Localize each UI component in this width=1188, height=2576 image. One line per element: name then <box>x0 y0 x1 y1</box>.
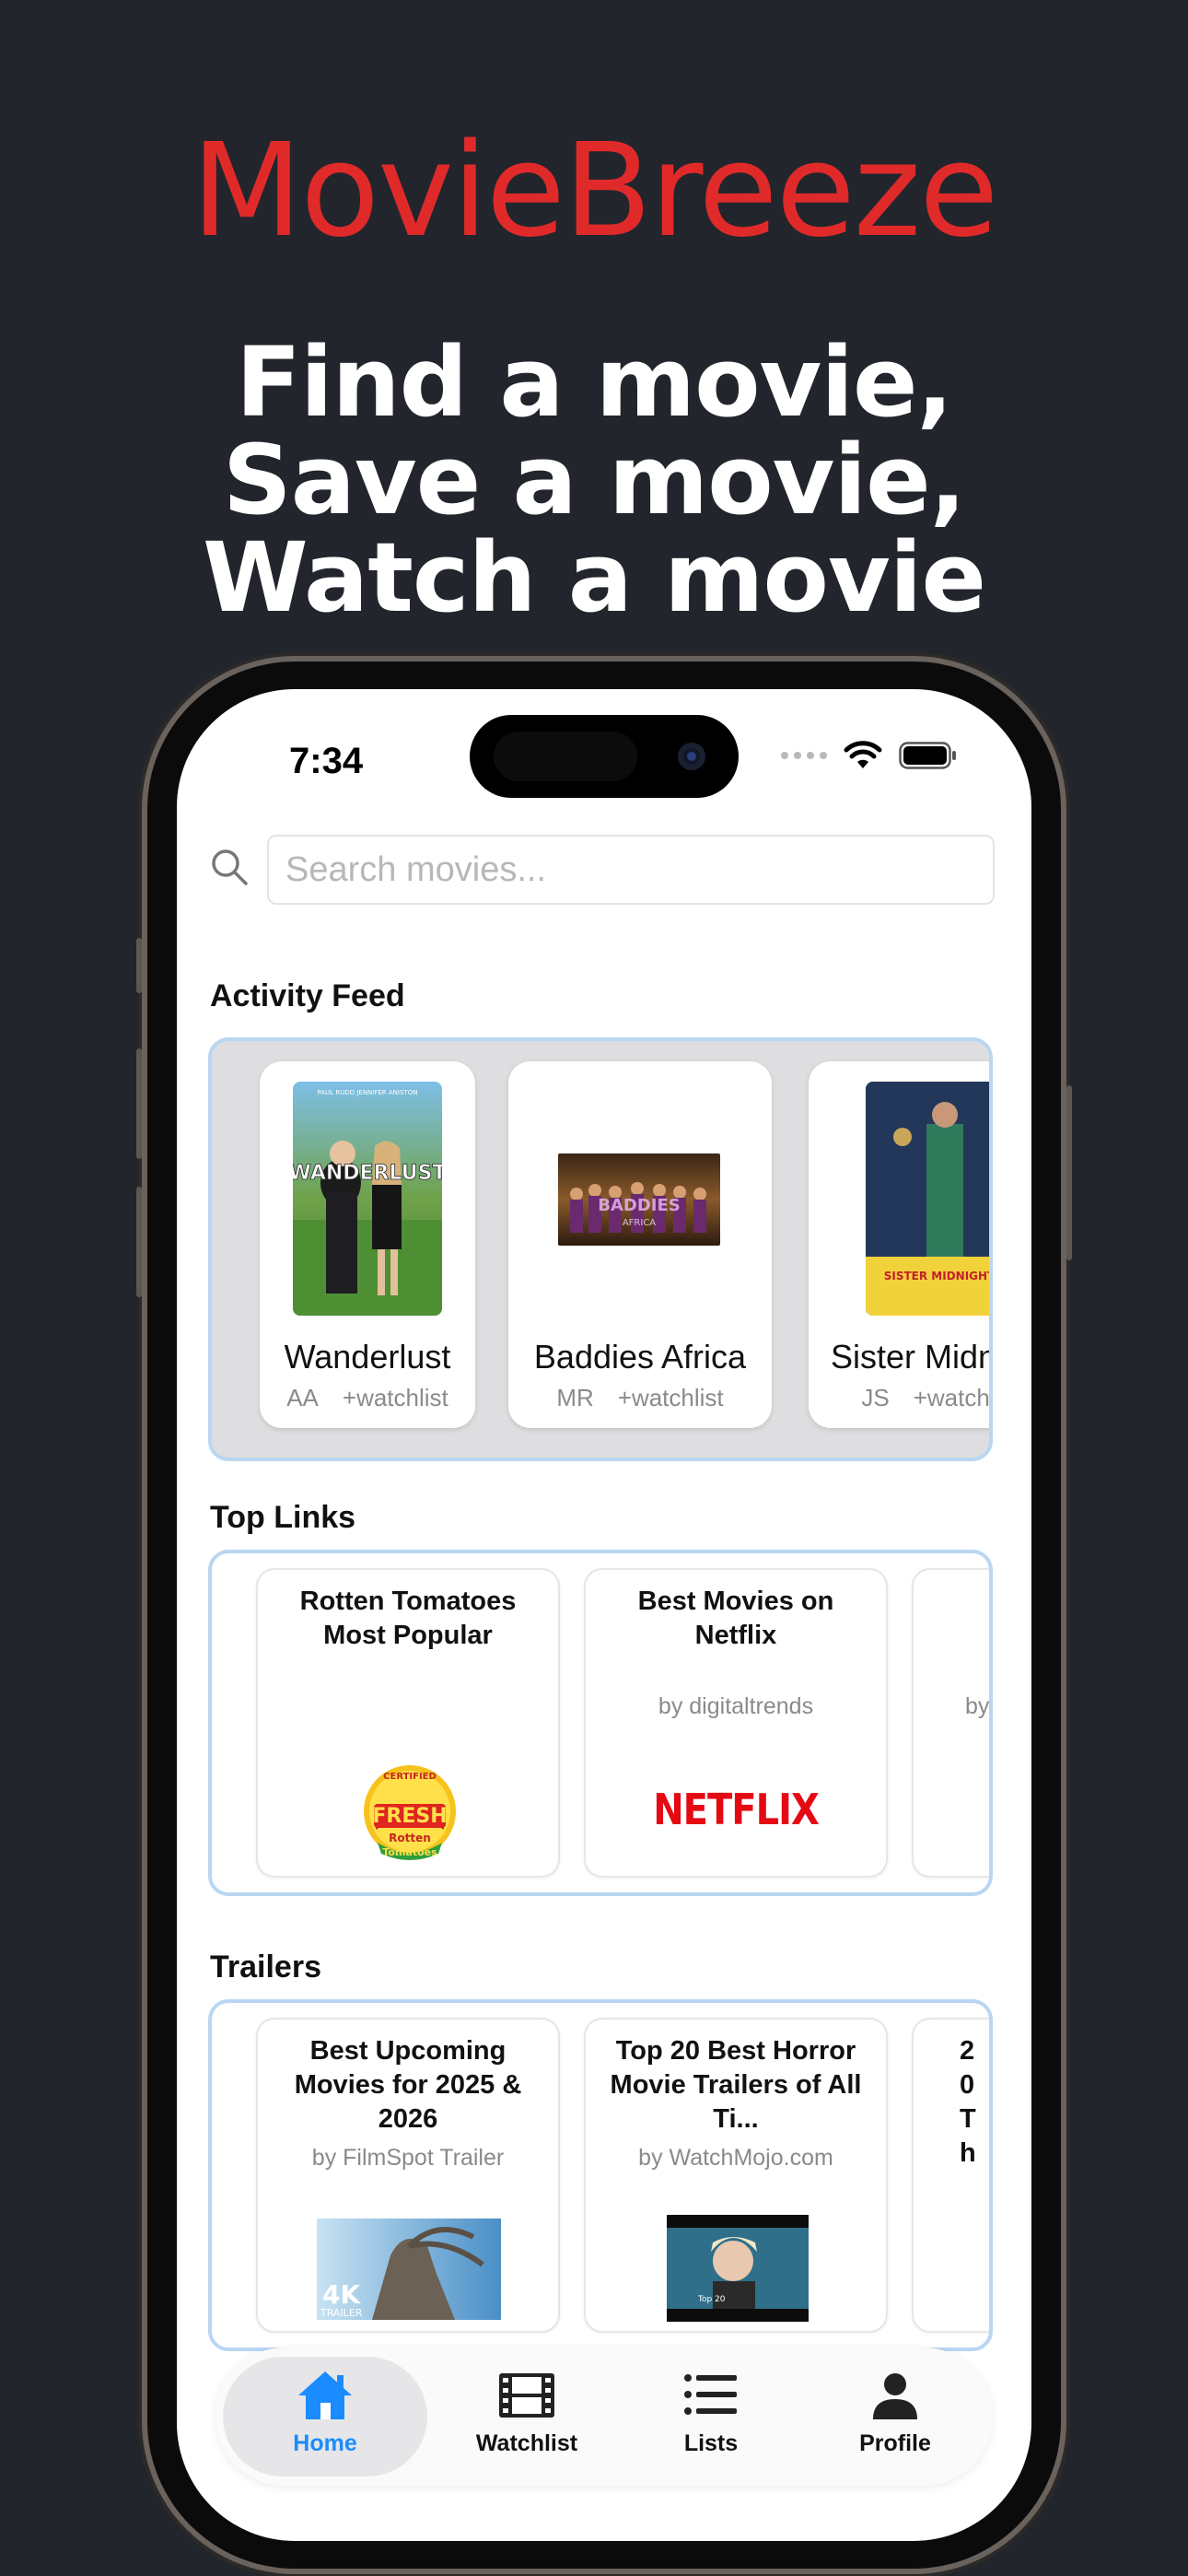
top-links-title: Top Links <box>210 1500 356 1535</box>
person-icon <box>873 2373 917 2419</box>
tab-home[interactable]: Home <box>215 2348 435 2486</box>
status-icons <box>781 737 958 774</box>
svg-text:AFRICA: AFRICA <box>623 1218 656 1228</box>
tab-label: Watchlist <box>475 2430 578 2456</box>
wifi-icon <box>844 741 882 768</box>
svg-text:TRAILER: TRAILER <box>320 2307 363 2319</box>
trailer-source: by WatchMojo.com <box>638 2145 833 2171</box>
trailer-title: Best Upcoming Movies for 2025 & 2026 <box>294 2036 522 2134</box>
tagline-line-2: Save a movie, <box>222 424 966 536</box>
link-source: by digitaltrends <box>658 1693 814 1719</box>
netflix-logo: NETFLIX <box>653 1786 820 1835</box>
svg-text:WANDERLUST: WANDERLUST <box>293 1162 442 1185</box>
phone-frame: 7:34 Search movies... Activity Feed WAND… <box>136 662 1072 2569</box>
battery-icon <box>899 742 956 769</box>
dynamic-island <box>470 715 739 798</box>
link-card[interactable]: Best Movies on Netflix by digitaltrends … <box>584 1568 888 1878</box>
trailers-carousel[interactable]: Best Upcoming Movies for 2025 & 2026 by … <box>208 1999 993 2351</box>
trailer-thumbnail: Top 20 <box>667 2215 809 2322</box>
tab-lists[interactable]: Lists <box>619 2348 803 2486</box>
list-icon <box>684 2374 737 2415</box>
tab-label: Profile <box>859 2430 931 2456</box>
activity-card[interactable]: BADDIES AFRICA Baddies Africa MR +watchli… <box>508 1061 772 1428</box>
trailer-thumbnail: 4K TRAILER <box>317 2219 501 2320</box>
link-source: by <box>965 1693 990 1719</box>
svg-text:FRESH: FRESH <box>372 1805 447 1828</box>
movie-poster: BADDIES AFRICA <box>558 1153 720 1246</box>
home-icon <box>298 2371 352 2419</box>
certified-fresh-logo: CERTIFIED FRESH Rotten Tomatoes <box>364 1765 456 1860</box>
movie-poster: SISTER MIDNIGHT <box>866 1082 993 1316</box>
svg-text:BADDIES: BADDIES <box>598 1196 681 1215</box>
movie-title: Baddies Africa <box>533 1338 747 1376</box>
movie-title: Wanderlust <box>284 1338 451 1376</box>
movie-title: Sister Midnight <box>830 1338 993 1376</box>
activity-feed-carousel[interactable]: WANDERLUST PAUL RUDD JENNIFER ANISTON Wa… <box>208 1037 993 1461</box>
cellular-icon <box>781 752 827 759</box>
activity-meta: AA +watchlist <box>286 1384 448 1411</box>
tab-label: Lists <box>683 2430 739 2456</box>
activity-feed-title: Activity Feed <box>210 978 405 1013</box>
trailer-card[interactable]: Top 20 Best Horror Movie Trailers of All… <box>584 2018 888 2333</box>
film-icon <box>499 2373 554 2418</box>
tagline: Find a movie, Save a movie, Watch a movi… <box>0 334 1188 626</box>
app-screen: 7:34 Search movies... Activity Feed WAND… <box>177 689 1031 2541</box>
activity-card[interactable]: SISTER MIDNIGHT Sister Midnight JS+watch… <box>809 1061 993 1428</box>
svg-text:4K: 4K <box>322 2279 361 2310</box>
trailer-card[interactable]: Best Upcoming Movies for 2025 & 2026 by … <box>256 2018 560 2333</box>
link-card[interactable]: Rotten Tomatoes Most Popular CERTIFIED F… <box>256 1568 560 1878</box>
tagline-line-1: Find a movie, <box>235 326 953 439</box>
trailer-source: by FilmSpot Trailer <box>311 2145 505 2171</box>
trailer-title: Top 20 Best Horror Movie Trailers of All… <box>610 2036 862 2134</box>
tab-bar: Home Watchlist Lists Profile <box>215 2348 993 2486</box>
status-time: 7:34 <box>289 741 364 781</box>
svg-text:PAUL RUDD JENNIFER ANISTON: PAUL RUDD JENNIFER ANISTON <box>318 1089 418 1096</box>
brand-title: MovieBreeze <box>191 116 999 266</box>
link-title: Rotten Tomatoes Most Popular <box>299 1587 517 1650</box>
activity-meta: JS+watchlist <box>861 1384 990 1411</box>
svg-text:Top 20: Top 20 <box>697 2295 726 2304</box>
trailer-card[interactable]: 20 Th <box>912 2018 989 2333</box>
search-input[interactable]: Search movies... <box>267 835 995 905</box>
tab-watchlist[interactable]: Watchlist <box>435 2348 619 2486</box>
svg-text:SISTER MIDNIGHT: SISTER MIDNIGHT <box>884 1270 993 1282</box>
svg-text:Rotten: Rotten <box>389 1832 431 1844</box>
activity-meta: MR +watchlist <box>556 1384 724 1411</box>
trailers-title: Trailers <box>210 1950 321 1985</box>
top-links-carousel[interactable]: Rotten Tomatoes Most Popular CERTIFIED F… <box>208 1550 993 1896</box>
link-title: Best Movies on Netflix <box>637 1587 834 1650</box>
tab-profile[interactable]: Profile <box>803 2348 987 2486</box>
tab-label: Home <box>293 2430 357 2456</box>
trailer-title: 20 Th <box>960 2036 976 2168</box>
movie-poster: WANDERLUST PAUL RUDD JENNIFER ANISTON <box>293 1082 442 1316</box>
svg-text:CERTIFIED: CERTIFIED <box>383 1772 437 1782</box>
tagline-line-3: Watch a movie <box>203 521 986 634</box>
link-card[interactable]: by <box>912 1568 990 1878</box>
activity-card[interactable]: WANDERLUST PAUL RUDD JENNIFER ANISTON Wa… <box>260 1061 475 1428</box>
svg-text:Tomatoes: Tomatoes <box>382 1846 437 1858</box>
search-icon[interactable] <box>210 848 249 886</box>
